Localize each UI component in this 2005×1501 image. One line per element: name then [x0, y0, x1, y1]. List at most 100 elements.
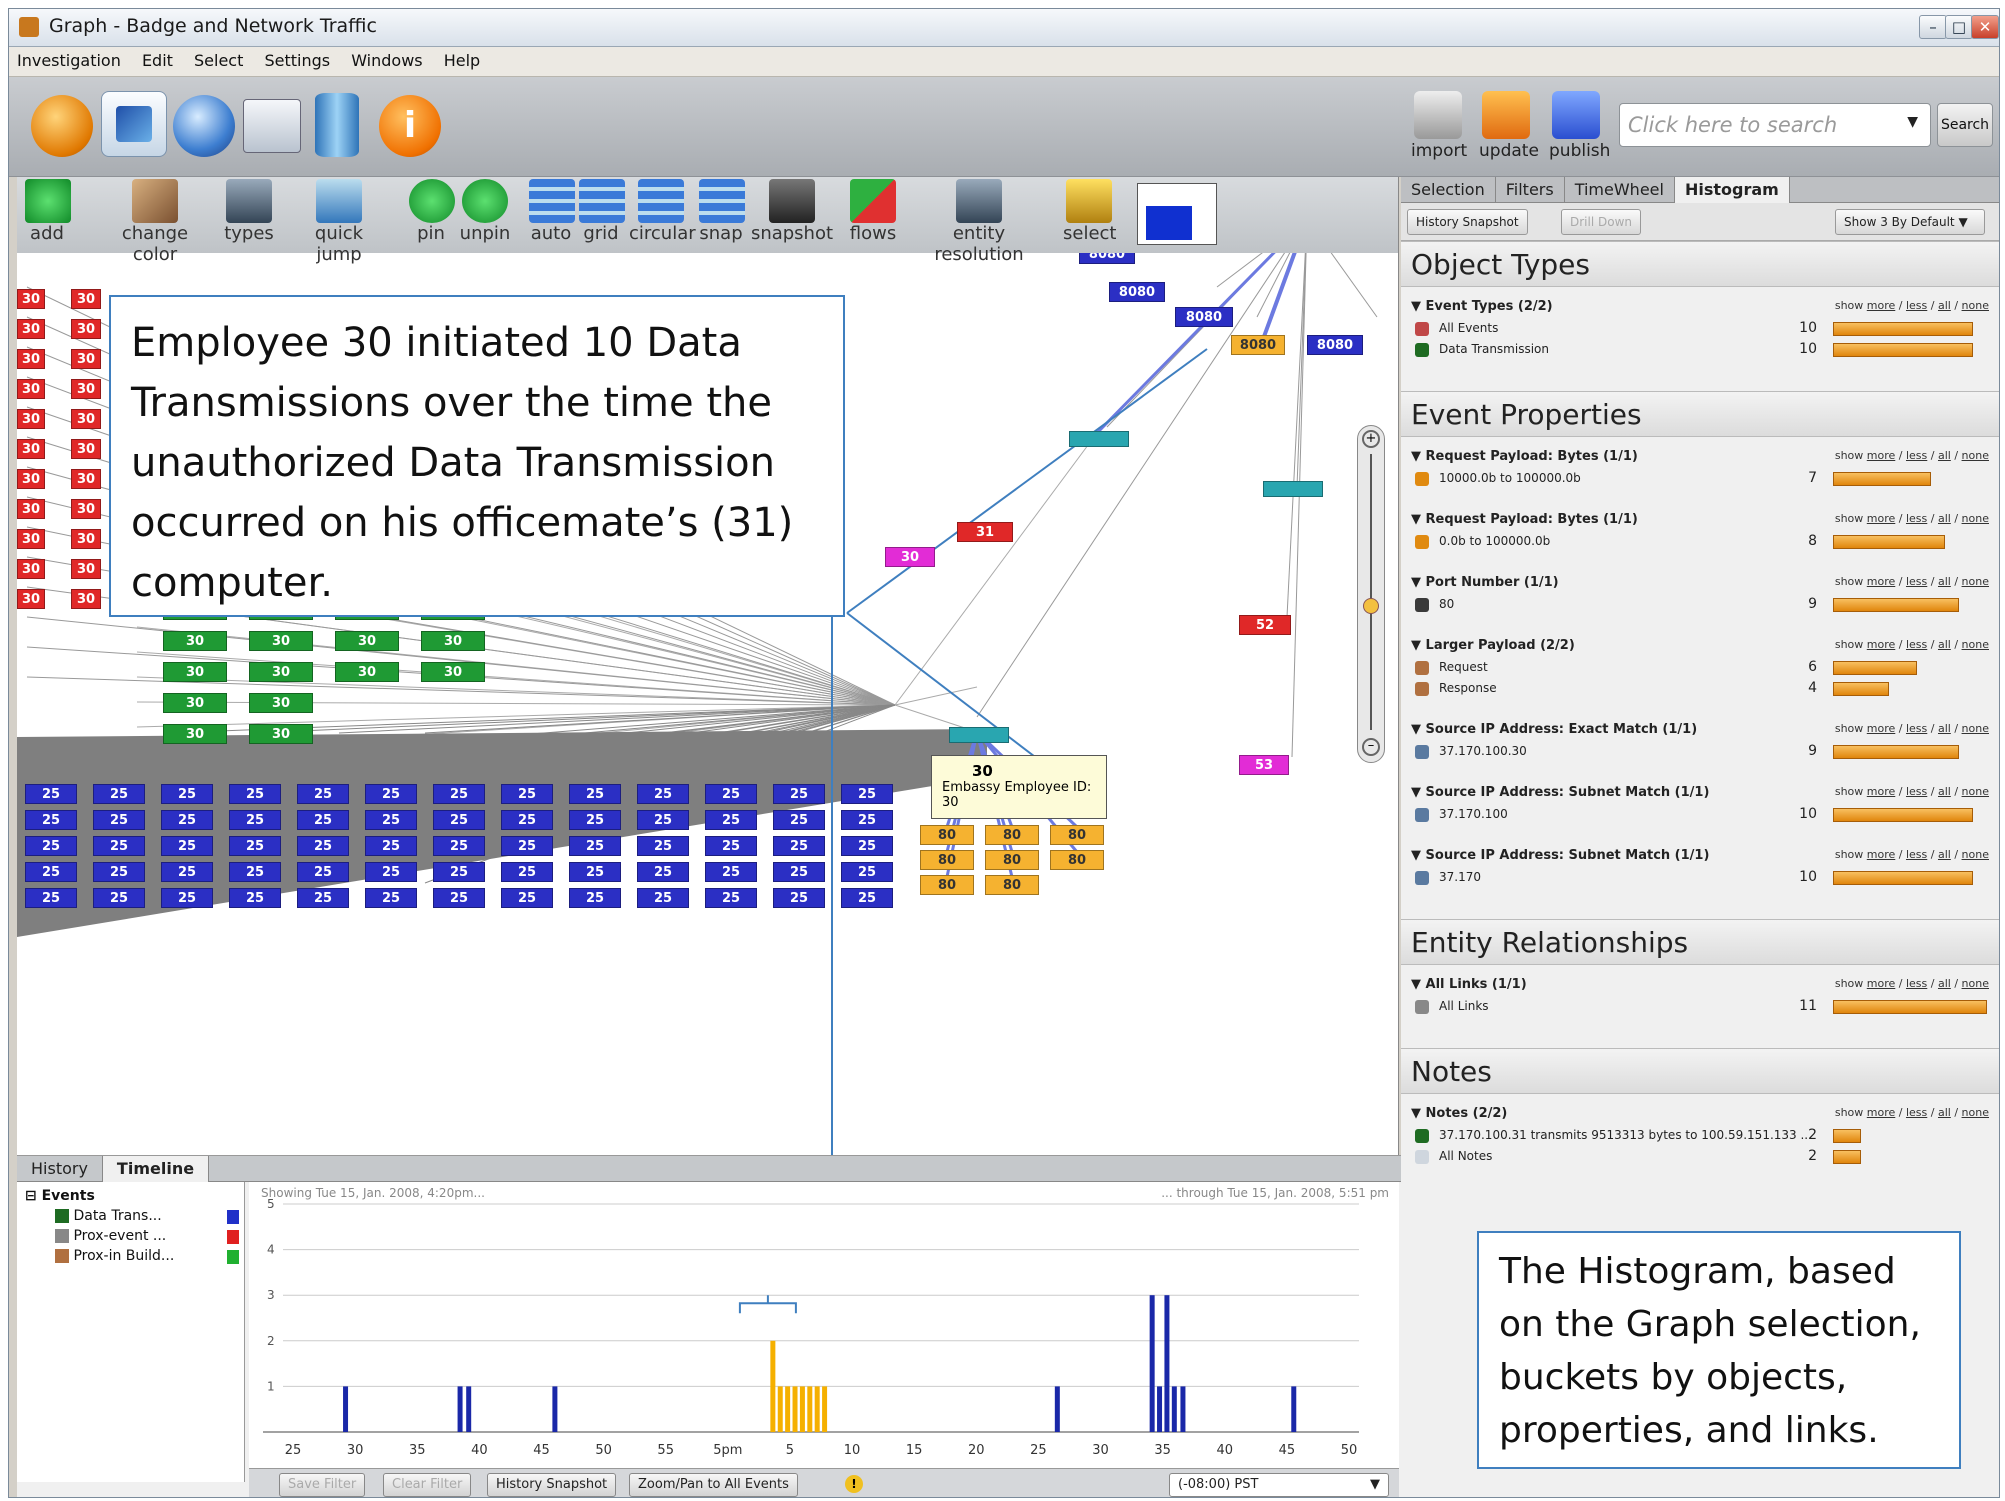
search-button[interactable]: Search [1937, 103, 1993, 147]
data-trans-node[interactable]: 25 [229, 810, 281, 830]
prox-event-node[interactable]: 30 [335, 662, 399, 682]
data-trans-node[interactable]: 25 [773, 862, 825, 882]
timeline-bar[interactable] [814, 1386, 820, 1432]
prox-event-node[interactable]: 30 [163, 724, 227, 744]
group-title[interactable]: ▼ Source IP Address: Subnet Match (1/1) [1411, 785, 1709, 800]
tab-selection[interactable]: Selection [1401, 177, 1496, 203]
data-trans-node[interactable]: 25 [297, 810, 349, 830]
port-80-node[interactable]: 80 [920, 875, 974, 895]
employee-53-node[interactable]: 53 [1239, 755, 1289, 775]
data-trans-node[interactable]: 25 [365, 862, 417, 882]
menu-investigation[interactable]: Investigation [9, 47, 129, 74]
show-links[interactable]: show more / less / all / none [1835, 512, 1989, 525]
data-trans-node[interactable]: 25 [433, 784, 485, 804]
employee-node[interactable]: 30 [17, 439, 45, 459]
group-title[interactable]: ▼ Larger Payload (2/2) [1411, 638, 1575, 653]
employee-node[interactable]: 30 [71, 499, 101, 519]
computer-node[interactable] [1263, 481, 1323, 497]
histogram-row[interactable]: 0.0b to 100000.0b 8 [1415, 532, 1985, 552]
data-trans-node[interactable]: 25 [569, 888, 621, 908]
employee-node[interactable]: 30 [17, 469, 45, 489]
group-title[interactable]: ▼ Port Number (1/1) [1411, 575, 1559, 590]
snap-tool[interactable]: snap [699, 179, 745, 244]
entity-resolution-tool[interactable]: entity resolution [911, 179, 1047, 265]
histogram-row[interactable]: 37.170.100.30 9 [1415, 742, 1985, 762]
group-title[interactable]: ▼ Source IP Address: Subnet Match (1/1) [1411, 848, 1709, 863]
data-trans-node[interactable]: 25 [25, 888, 77, 908]
timeline-bar[interactable] [1164, 1295, 1170, 1432]
zoom-pan-all-button[interactable]: Zoom/Pan to All Events [629, 1473, 798, 1497]
port-80-node[interactable]: 80 [1050, 825, 1104, 845]
data-trans-node[interactable]: 25 [705, 784, 757, 804]
graph-overview-minimap[interactable] [1137, 183, 1217, 245]
histogram-row[interactable]: 80 9 [1415, 595, 1985, 615]
timeline-bar[interactable] [1157, 1386, 1163, 1432]
menu-help[interactable]: Help [436, 47, 488, 74]
prox-event-node[interactable]: 30 [335, 631, 399, 651]
data-trans-node[interactable]: 25 [773, 784, 825, 804]
employee-node[interactable]: 30 [17, 589, 45, 609]
show-default-select[interactable]: Show 3 By Default ▼ [1835, 209, 1985, 235]
data-trans-node[interactable]: 25 [773, 888, 825, 908]
history-snapshot-button[interactable]: History Snapshot [487, 1473, 617, 1497]
show-links[interactable]: show more / less / all / none [1835, 638, 1989, 651]
database-icon[interactable] [315, 93, 359, 157]
browser-window-icon[interactable] [243, 99, 301, 153]
tab-timewheel[interactable]: TimeWheel [1565, 177, 1675, 203]
employee-node[interactable]: 30 [17, 289, 45, 309]
data-trans-node[interactable]: 25 [229, 862, 281, 882]
employee-node[interactable]: 30 [71, 289, 101, 309]
grid-layout-tool[interactable]: grid [579, 179, 625, 244]
timeline-chart[interactable]: 1 2 3 4 5 25 30 35 40 45 50 55 5pm 5 10 15 20 25 30 35 40 45 5… [249, 1182, 1399, 1468]
employee-node[interactable]: 30 [71, 439, 101, 459]
histogram-row[interactable]: 37.170.100.31 transmits 9513313 bytes to… [1415, 1126, 1985, 1146]
close-button[interactable]: ✕ [1971, 15, 1999, 39]
data-trans-node[interactable]: 25 [501, 862, 553, 882]
data-trans-node[interactable]: 25 [433, 888, 485, 908]
drill-down-button[interactable]: Drill Down [1561, 209, 1641, 235]
data-trans-node[interactable]: 25 [841, 862, 893, 882]
employee-node[interactable]: 30 [17, 499, 45, 519]
data-trans-node[interactable]: 25 [841, 836, 893, 856]
tab-history[interactable]: History [17, 1156, 103, 1182]
timeline-bar[interactable] [343, 1386, 349, 1432]
timeline-bar[interactable] [770, 1340, 776, 1432]
port-80-node[interactable]: 80 [985, 825, 1039, 845]
histogram-row[interactable]: 10000.0b to 100000.0b 7 [1415, 469, 1985, 489]
snapshot-tool[interactable]: snapshot [749, 179, 835, 244]
data-trans-node[interactable]: 25 [637, 784, 689, 804]
show-links[interactable]: show more / less / all / none [1835, 977, 1989, 990]
timeline-bar[interactable] [457, 1386, 463, 1432]
employee-node[interactable]: 30 [71, 559, 101, 579]
show-links[interactable]: show more / less / all / none [1835, 299, 1989, 312]
data-trans-node[interactable]: 25 [229, 888, 281, 908]
employee-node[interactable]: 30 [17, 379, 45, 399]
data-trans-node[interactable]: 25 [297, 862, 349, 882]
data-trans-node[interactable]: 25 [93, 810, 145, 830]
data-trans-node[interactable]: 25 [297, 888, 349, 908]
data-trans-node[interactable]: 25 [229, 836, 281, 856]
employee-node[interactable]: 30 [17, 559, 45, 579]
data-trans-node[interactable]: 25 [25, 810, 77, 830]
data-trans-node[interactable]: 25 [705, 836, 757, 856]
data-trans-node[interactable]: 25 [93, 862, 145, 882]
types-tool[interactable]: types [223, 179, 275, 244]
histogram-row[interactable]: 37.170 10 [1415, 868, 1985, 888]
show-links[interactable]: show more / less / all / none [1835, 449, 1989, 462]
employee-node[interactable]: 30 [71, 529, 101, 549]
data-trans-node[interactable]: 25 [501, 836, 553, 856]
employee-node[interactable]: 30 [71, 349, 101, 369]
data-trans-node[interactable]: 25 [365, 810, 417, 830]
search-dropdown-icon[interactable]: ▼ [1907, 114, 1918, 130]
port-80-node[interactable]: 80 [1050, 850, 1104, 870]
data-trans-node[interactable]: 25 [841, 784, 893, 804]
prox-event-node[interactable]: 30 [163, 662, 227, 682]
tab-timeline[interactable]: Timeline [102, 1156, 210, 1182]
timezone-select[interactable]: (-08:00) PST ▼ [1169, 1473, 1389, 1497]
zoom-out-icon[interactable]: – [1362, 738, 1380, 756]
minimize-button[interactable]: – [1919, 15, 1947, 39]
histogram-row[interactable]: 37.170.100 10 [1415, 805, 1985, 825]
data-trans-node[interactable]: 25 [93, 836, 145, 856]
port-80-node[interactable]: 80 [920, 850, 974, 870]
quick-jump-tool[interactable]: quick jump [293, 179, 385, 265]
